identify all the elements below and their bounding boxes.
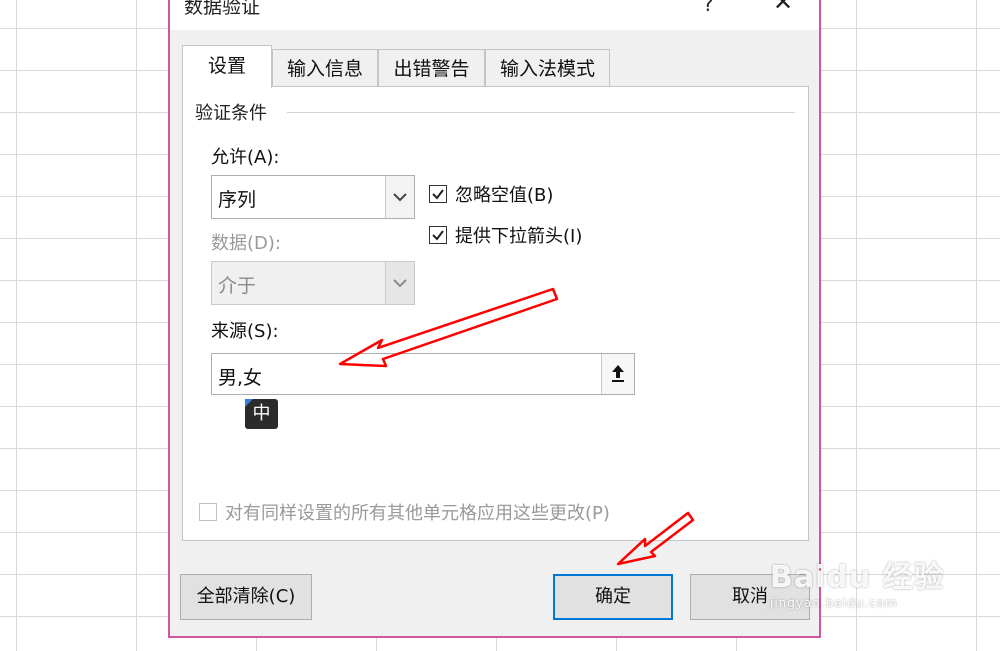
source-input-value: 男,女 xyxy=(218,367,263,389)
dialog-title: 数据验证 xyxy=(184,0,261,18)
validation-criteria-label: 验证条件 xyxy=(195,99,273,125)
tab-input-message[interactable]: 输入信息 xyxy=(272,49,378,87)
data-select: 介于 xyxy=(211,261,415,305)
apply-all-checkbox: 对有同样设置的所有其他单元格应用这些更改(P) xyxy=(199,499,610,525)
ignore-blank-label: 忽略空值(B) xyxy=(455,185,554,206)
ime-indicator: 中 xyxy=(245,399,278,429)
collapse-dialog-button[interactable] xyxy=(601,354,634,394)
tab-settings[interactable]: 设置 xyxy=(182,45,272,88)
watermark-url: jingyan.baidu.com xyxy=(770,596,898,610)
group-divider xyxy=(287,112,795,113)
allow-label: 允许(A): xyxy=(211,147,280,168)
allow-select[interactable]: 序列 xyxy=(211,175,415,219)
watermark-logo: Baidu 经验 xyxy=(770,560,945,595)
data-label: 数据(D): xyxy=(211,233,281,254)
ok-button[interactable]: 确定 xyxy=(553,574,673,620)
dialog-titlebar: 数据验证 ? ✕ xyxy=(170,0,819,30)
dropdown-arrow-label: 提供下拉箭头(I) xyxy=(455,226,583,247)
data-validation-dialog: 数据验证 ? ✕ 设置 输入信息 出错警告 输入法模式 验证条件 允许(A): … xyxy=(168,0,821,638)
data-select-value: 介于 xyxy=(218,275,257,297)
upload-arrow-icon xyxy=(612,365,624,382)
help-button[interactable]: ? xyxy=(703,0,714,16)
tab-error-alert[interactable]: 出错警告 xyxy=(378,49,485,87)
dropdown-arrow-checkbox[interactable]: 提供下拉箭头(I) xyxy=(429,222,582,248)
checkbox-unchecked-icon xyxy=(199,503,217,521)
source-input[interactable]: 男,女 xyxy=(211,353,635,395)
checkbox-checked-icon[interactable] xyxy=(429,185,447,203)
chevron-down-icon xyxy=(385,262,414,304)
baidu-watermark: Baidu 经验 jingyan.baidu.com xyxy=(770,552,945,610)
source-label: 来源(S): xyxy=(211,321,279,342)
checkbox-checked-icon[interactable] xyxy=(429,226,447,244)
apply-all-label: 对有同样设置的所有其他单元格应用这些更改(P) xyxy=(225,503,610,524)
ignore-blank-checkbox[interactable]: 忽略空值(B) xyxy=(429,181,553,207)
chevron-down-icon[interactable] xyxy=(385,176,414,218)
close-button[interactable]: ✕ xyxy=(773,0,793,16)
settings-panel: 验证条件 允许(A): 序列 忽略空值(B) 提供下拉箭头(I) 数据(D): … xyxy=(182,86,809,541)
clear-all-button[interactable]: 全部清除(C) xyxy=(180,574,312,620)
allow-select-value: 序列 xyxy=(218,189,257,211)
tab-ime-mode[interactable]: 输入法模式 xyxy=(485,49,610,87)
